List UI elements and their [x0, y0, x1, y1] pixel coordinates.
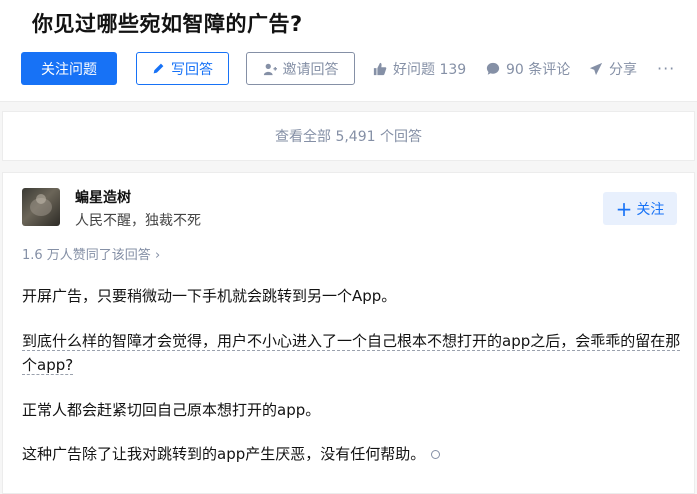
comment-icon: [486, 62, 500, 75]
answer-paragraph-last: 这种广告除了让我对跳转到的app产生厌恶，没有任何帮助。: [22, 442, 441, 466]
write-answer-button[interactable]: 写回答: [136, 52, 229, 85]
more-icon[interactable]: ···: [657, 52, 675, 85]
invite-answer-label: 邀请回答: [282, 61, 339, 78]
follow-author-label: 关注: [636, 201, 665, 218]
share-label: 分享: [609, 61, 637, 78]
comments-button[interactable]: 90 条评论: [486, 52, 570, 85]
thumb-up-icon: [373, 62, 387, 75]
follow-question-label: 关注问题: [41, 61, 97, 78]
votes-link[interactable]: 1.6 万人赞同了该回答 ›: [22, 244, 160, 263]
comments-label: 90 条评论: [506, 61, 571, 78]
author-bio: 人民不醒，独裁不死: [75, 213, 201, 229]
avatar[interactable]: [22, 188, 60, 226]
follow-author-button[interactable]: + 关注: [603, 192, 677, 225]
question-header: 你见过哪些宛如智障的广告? 关注问题 写回答 邀请回答 好问题 139 90 条…: [0, 0, 697, 102]
view-all-answers-label: 查看全部 5,491 个回答: [275, 129, 422, 145]
question-title: 你见过哪些宛如智障的广告?: [32, 12, 303, 36]
person-plus-icon: [263, 63, 277, 75]
plus-icon: +: [615, 196, 633, 221]
good-question-label: 好问题 139: [393, 61, 467, 78]
invite-answer-button[interactable]: 邀请回答: [246, 52, 355, 85]
write-answer-label: 写回答: [171, 61, 213, 78]
good-question-button[interactable]: 好问题 139: [373, 52, 466, 85]
share-icon: [589, 62, 603, 75]
answer-paragraph: 正常人都会赶紧切回自己原本想打开的app。: [22, 401, 321, 419]
underlined-text: 到底什么样的智障才会觉得，用户不小心进入了一个自己根本不想打开的app之后，会乖…: [22, 332, 681, 375]
share-button[interactable]: 分享: [589, 52, 637, 85]
author-name[interactable]: 蝙星造树: [75, 187, 131, 207]
cursor-icon: [431, 450, 441, 459]
answer-paragraph: 开屏广告，只要稍微动一下手机就会跳转到另一个App。: [22, 287, 397, 305]
answer-paragraph-text: 这种广告除了让我对跳转到的app产生厌恶，没有任何帮助。: [22, 445, 426, 463]
answer-paragraph-underlined: 到底什么样的智障才会觉得，用户不小心进入了一个自己根本不想打开的app之后，会乖…: [22, 329, 682, 377]
follow-question-button[interactable]: 关注问题: [21, 52, 117, 85]
pen-icon: [153, 63, 164, 74]
view-all-answers-link[interactable]: 查看全部 5,491 个回答: [2, 111, 695, 161]
answer-card: 蝙星造树 人民不醒，独裁不死 + 关注 1.6 万人赞同了该回答 › 开屏广告，…: [2, 172, 695, 494]
